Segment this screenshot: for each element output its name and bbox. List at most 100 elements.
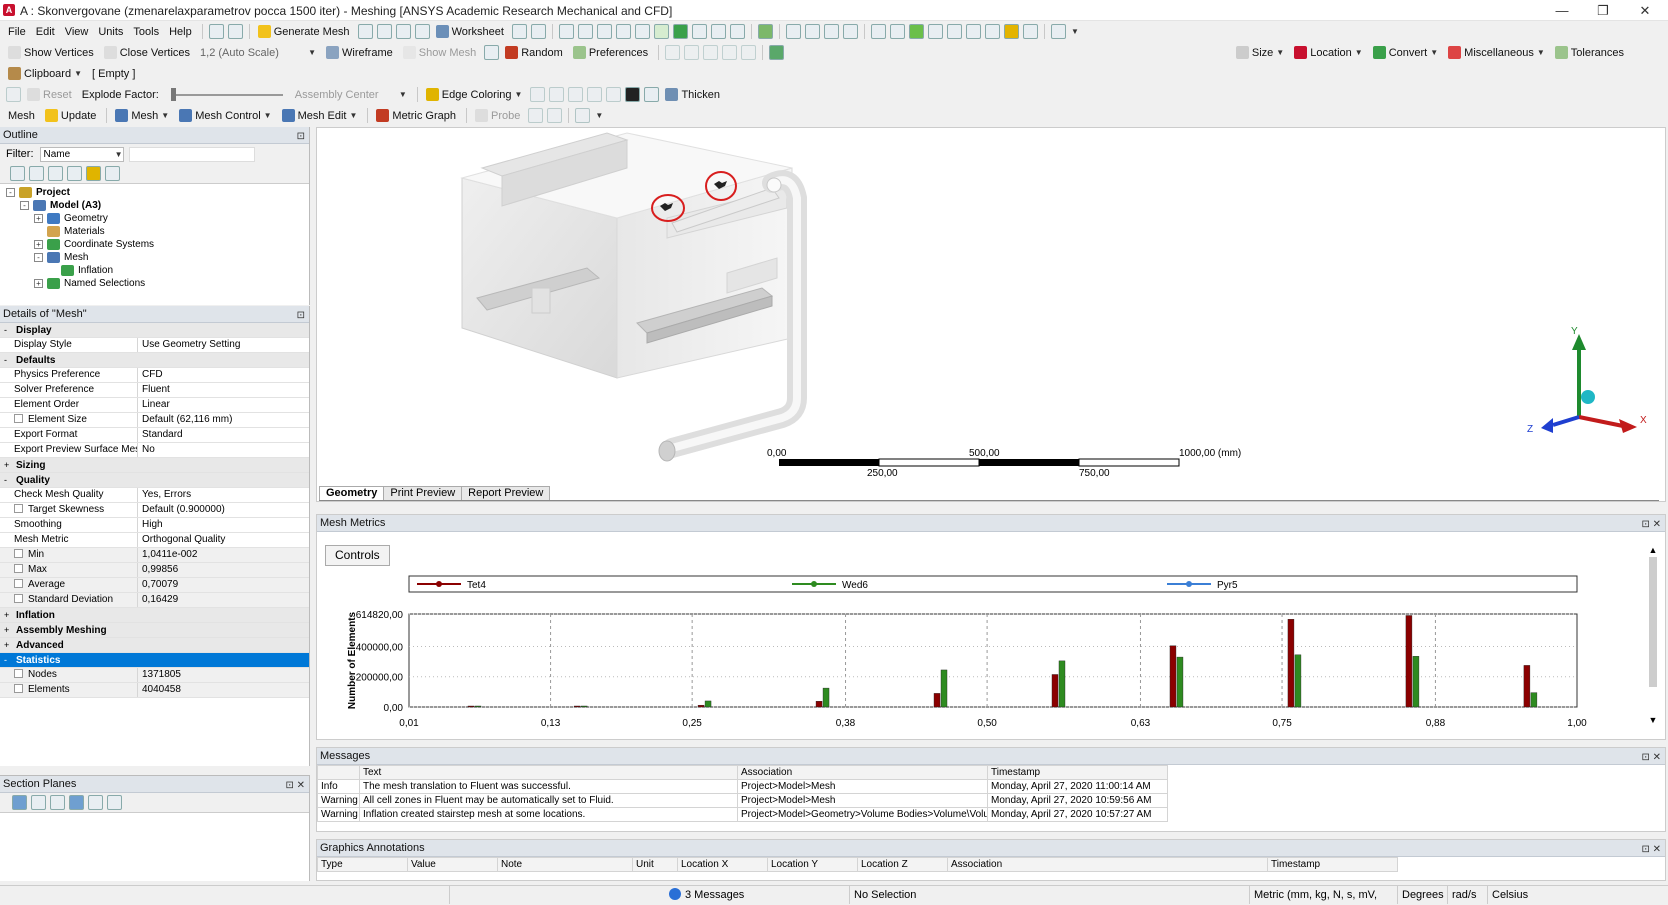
details-section-display[interactable]: - Display	[0, 323, 309, 338]
arrow-section-icon[interactable]	[69, 795, 84, 810]
details-row-max[interactable]: Max 0,99856	[0, 563, 309, 578]
section-toggle-icon[interactable]: -	[4, 653, 12, 667]
property-value[interactable]: Standard	[138, 428, 309, 442]
column-header[interactable]: Location Z	[857, 857, 948, 872]
parameter-checkbox[interactable]	[14, 549, 23, 558]
details-section-statistics[interactable]: - Statistics	[0, 653, 309, 668]
tag-icon[interactable]	[530, 24, 546, 39]
dimension4-icon[interactable]	[722, 45, 738, 60]
miscellaneous-dropdown[interactable]: Miscellaneous ▼	[1444, 43, 1549, 62]
details-section-quality[interactable]: - Quality	[0, 473, 309, 488]
parameter-checkbox[interactable]	[14, 414, 23, 423]
details-row-physics-preference[interactable]: Physics Preference CFD	[0, 368, 309, 383]
details-row-display-style[interactable]: Display Style Use Geometry Setting	[0, 338, 309, 353]
image-icon[interactable]	[414, 24, 430, 39]
property-value[interactable]: Fluent	[138, 383, 309, 397]
bar-wed6[interactable]	[474, 705, 482, 708]
bar-wed6[interactable]	[704, 700, 712, 708]
tree-expand-icon[interactable]	[67, 166, 82, 181]
menu-edit[interactable]: Edit	[32, 22, 59, 41]
lighting-icon[interactable]	[1003, 24, 1019, 39]
scroll-thumb[interactable]	[1649, 557, 1657, 687]
menu-view[interactable]: View	[61, 22, 93, 41]
tree-node-geometry[interactable]: + Geometry	[6, 212, 309, 225]
edge-display2-icon[interactable]	[549, 87, 565, 102]
annotation-icon[interactable]	[395, 24, 411, 39]
solve-icon[interactable]	[227, 24, 243, 39]
mesh-metrics-chart[interactable]: Tet4 Wed6 Pyr5 0,01 0,13 0,25 0,38 0,50 0,63 0,75…	[337, 567, 1637, 737]
pin-tool-icon[interactable]	[625, 87, 641, 102]
next-view-icon[interactable]	[984, 24, 1000, 39]
tree-node-inflation[interactable]: Inflation	[6, 264, 309, 277]
status-units[interactable]: Metric (mm, kg, N, s, mV, mA)	[1250, 886, 1398, 904]
collapse-icon[interactable]	[29, 166, 44, 181]
size-dropdown[interactable]: Size ▼	[1232, 43, 1288, 62]
filter-input[interactable]	[128, 146, 255, 162]
close-icon[interactable]: ⊡ ✕	[1641, 517, 1661, 533]
new-section-icon[interactable]	[12, 795, 27, 810]
edge-display3-icon[interactable]	[568, 87, 584, 102]
tree-node-model-a3-[interactable]: - Model (A3)	[6, 199, 309, 212]
element-face-icon[interactable]	[691, 24, 707, 39]
legend-label-tet4[interactable]: Tet4	[467, 580, 486, 591]
status-degrees[interactable]: Degrees	[1398, 886, 1448, 904]
thicken-button[interactable]: Thicken	[661, 85, 724, 104]
bar-tet4[interactable]	[933, 693, 941, 708]
element-icon[interactable]	[710, 24, 726, 39]
property-value[interactable]: 0,16429	[138, 593, 309, 607]
details-section-defaults[interactable]: - Defaults	[0, 353, 309, 368]
section-toggle-icon[interactable]: -	[4, 323, 12, 337]
bar-wed6[interactable]	[1176, 656, 1184, 708]
tab-geometry[interactable]: Geometry	[319, 486, 385, 500]
close-icon[interactable]: ⊡ ✕	[1641, 842, 1661, 858]
clipboard-dropdown[interactable]: Clipboard ▼	[4, 64, 86, 83]
tolerances-button[interactable]: Tolerances	[1551, 43, 1628, 62]
details-row-solver-preference[interactable]: Solver Preference Fluent	[0, 383, 309, 398]
tree-node-named-selections[interactable]: + Named Selections	[6, 277, 309, 290]
close-icon[interactable]: ✕	[1630, 2, 1660, 19]
geometry-model[interactable]	[317, 128, 1665, 501]
details-section-inflation[interactable]: + Inflation	[0, 608, 309, 623]
show-mesh-button[interactable]: Show Mesh	[399, 43, 480, 62]
details-row-elements[interactable]: Elements 4040458	[0, 683, 309, 698]
select-icon[interactable]	[208, 24, 224, 39]
bar-tet4[interactable]	[815, 701, 823, 708]
property-value[interactable]: High	[138, 518, 309, 532]
column-header[interactable]: Value	[407, 857, 498, 872]
show-vertices-button[interactable]: Show Vertices	[4, 43, 98, 62]
pin-icon[interactable]: ⊡	[297, 129, 305, 145]
preferences-button[interactable]: Preferences	[569, 43, 652, 62]
property-value[interactable]: 4040458	[138, 683, 309, 697]
zoom-window-icon[interactable]	[889, 24, 905, 39]
max-icon[interactable]	[528, 108, 544, 123]
update-button[interactable]: Update	[41, 106, 100, 125]
probe-button[interactable]: Probe	[471, 106, 524, 125]
graphics-viewport[interactable]: 0,00 500,00 1000,00 (mm) 250,00 750,00 Y…	[316, 127, 1666, 502]
tree-expander-icon[interactable]: -	[34, 253, 43, 262]
legend-label-wed6[interactable]: Wed6	[842, 580, 868, 591]
property-value[interactable]: Orthogonal Quality	[138, 533, 309, 547]
details-section-advanced[interactable]: + Advanced	[0, 638, 309, 653]
parameter-checkbox[interactable]	[14, 594, 23, 603]
bar-tet4[interactable]	[1169, 645, 1177, 708]
menu-file[interactable]: File	[4, 22, 30, 41]
details-row-target-skewness[interactable]: Target Skewness Default (0.900000)	[0, 503, 309, 518]
bar-tet4[interactable]	[1405, 615, 1413, 708]
tree-expander-icon[interactable]: -	[6, 188, 15, 197]
box-zoom-icon[interactable]	[842, 24, 858, 39]
controls-button[interactable]: Controls	[325, 545, 390, 566]
tree-node-mesh[interactable]: - Mesh	[6, 251, 309, 264]
details-section-assembly-meshing[interactable]: + Assembly Meshing	[0, 623, 309, 638]
property-value[interactable]: Default (62,116 mm)	[138, 413, 309, 427]
bar-wed6[interactable]	[580, 705, 588, 708]
property-value[interactable]: Linear	[138, 398, 309, 412]
tree-expander-icon[interactable]: -	[20, 201, 29, 210]
menu-units[interactable]: Units	[94, 22, 127, 41]
close-icon[interactable]: ⊡ ✕	[1641, 750, 1661, 766]
details-row-standard-deviation[interactable]: Standard Deviation 0,16429	[0, 593, 309, 608]
details-row-mesh-metric[interactable]: Mesh Metric Orthogonal Quality	[0, 533, 309, 548]
column-header[interactable]: Location X	[677, 857, 768, 872]
pan-icon[interactable]	[804, 24, 820, 39]
edge-select-icon[interactable]	[634, 24, 650, 39]
node-select-icon[interactable]	[729, 24, 745, 39]
